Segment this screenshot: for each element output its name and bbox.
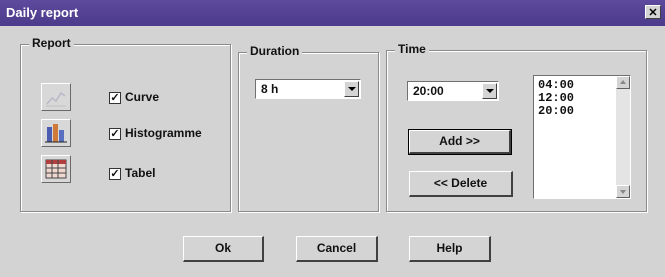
delete-button[interactable]: << Delete [409, 171, 513, 197]
duration-group-label: Duration [247, 44, 303, 58]
tabel-label: Tabel [125, 166, 156, 180]
table-icon [45, 159, 67, 179]
title-bar[interactable]: Daily report ✕ [0, 0, 665, 26]
time-list[interactable]: 04:00 12:00 20:00 [533, 75, 631, 199]
list-item[interactable]: 20:00 [538, 105, 574, 118]
histogram-icon-button[interactable] [41, 119, 71, 147]
chevron-down-icon[interactable] [344, 81, 359, 97]
time-list-scrollbar[interactable] [616, 76, 630, 198]
time-value: 20:00 [413, 84, 444, 98]
duration-select[interactable]: 8 h [255, 79, 361, 99]
cancel-button[interactable]: Cancel [296, 236, 378, 262]
ok-button[interactable]: Ok [183, 236, 264, 262]
curve-icon-button[interactable] [41, 83, 71, 111]
scroll-up-icon[interactable] [616, 76, 630, 89]
curve-label: Curve [125, 90, 160, 104]
check-icon: ✓ [110, 168, 120, 180]
report-group: Report ✓ Curve ✓ Histogramme ✓ Tabel [20, 36, 231, 212]
check-icon: ✓ [110, 92, 120, 104]
time-group-label: Time [395, 42, 429, 56]
delete-button-label: << Delete [433, 176, 488, 190]
curve-icon [46, 91, 66, 107]
add-button-label: Add >> [439, 134, 480, 148]
time-group: Time 20:00 Add >> << Delete 04:00 12:00 … [386, 42, 647, 212]
duration-group: Duration 8 h [238, 44, 379, 212]
daily-report-dialog: Daily report ✕ Report ✓ Curve ✓ Histogra… [0, 0, 665, 277]
histogramme-checkbox[interactable]: ✓ [109, 128, 121, 140]
check-icon: ✓ [110, 128, 120, 140]
duration-value: 8 h [261, 82, 279, 96]
time-select[interactable]: 20:00 [407, 81, 499, 101]
curve-checkbox[interactable]: ✓ [109, 92, 121, 104]
tabel-checkbox[interactable]: ✓ [109, 168, 121, 180]
histogram-icon [45, 124, 67, 143]
report-group-label: Report [29, 36, 74, 50]
histogramme-label: Histogramme [125, 126, 202, 140]
scroll-down-icon[interactable] [616, 185, 630, 198]
chevron-down-icon[interactable] [482, 83, 497, 99]
ok-button-label: Ok [214, 241, 231, 255]
help-button[interactable]: Help [409, 236, 491, 262]
close-icon: ✕ [648, 7, 658, 19]
help-button-label: Help [436, 241, 463, 255]
close-button[interactable]: ✕ [645, 5, 661, 19]
time-list-items: 04:00 12:00 20:00 [538, 79, 574, 118]
cancel-button-label: Cancel [316, 241, 357, 255]
add-button[interactable]: Add >> [408, 129, 512, 155]
table-icon-button[interactable] [41, 155, 71, 183]
window-title: Daily report [6, 5, 79, 20]
